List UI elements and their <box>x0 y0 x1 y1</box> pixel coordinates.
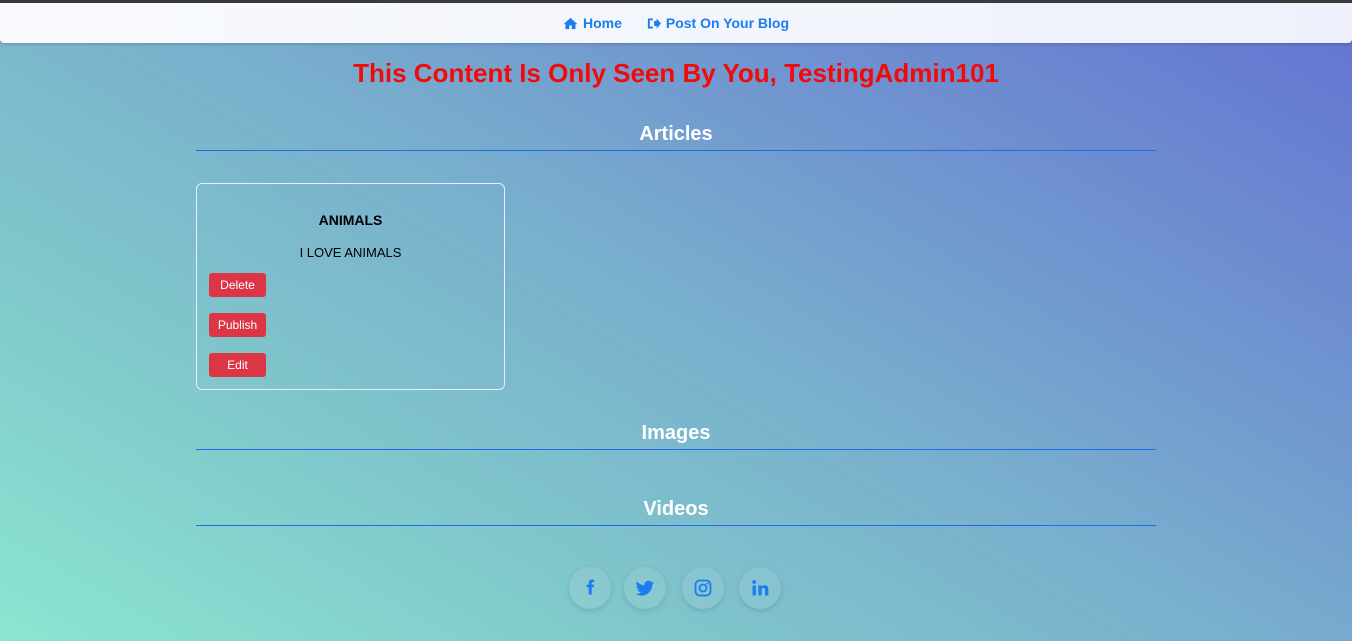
edit-button[interactable]: Edit <box>209 353 266 377</box>
linkedin-icon <box>752 580 769 596</box>
images-divider <box>196 449 1156 450</box>
nav-home-link[interactable]: Home <box>563 15 622 31</box>
videos-divider <box>196 525 1156 526</box>
article-card: ANIMALS I LOVE ANIMALS Delete Publish Ed… <box>196 183 505 390</box>
article-title: ANIMALS <box>318 212 383 228</box>
section-title-videos: Videos <box>643 498 709 520</box>
instagram-link[interactable] <box>682 567 724 609</box>
top-navbar: Home Post On Your Blog <box>0 0 1352 43</box>
sign-out-icon <box>647 18 661 28</box>
section-title-articles: Articles <box>639 123 713 145</box>
home-icon <box>563 17 578 29</box>
nav-home-label: Home <box>582 15 622 31</box>
nav-post-link[interactable]: Post On Your Blog <box>646 15 789 31</box>
publish-button[interactable]: Publish <box>209 313 266 337</box>
articles-divider <box>196 150 1156 151</box>
nav-post-label: Post On Your Blog <box>665 15 790 31</box>
twitter-link[interactable] <box>624 567 666 609</box>
instagram-icon <box>694 579 712 597</box>
delete-button[interactable]: Delete <box>209 273 266 297</box>
facebook-link[interactable] <box>569 567 611 609</box>
linkedin-link[interactable] <box>739 567 781 609</box>
page-headline: This Content Is Only Seen By You, Testin… <box>353 58 999 88</box>
twitter-icon <box>635 580 655 596</box>
article-body: I LOVE ANIMALS <box>299 245 402 260</box>
section-title-images: Images <box>641 422 711 444</box>
facebook-icon <box>586 579 595 595</box>
